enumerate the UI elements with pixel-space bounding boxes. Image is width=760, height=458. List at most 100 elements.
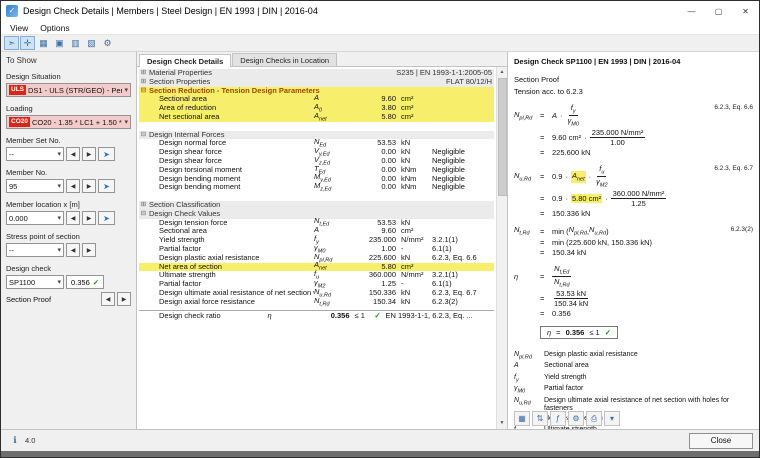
info-icon[interactable]: ℹ (7, 433, 23, 448)
formula-result: 150.34 kN (552, 247, 587, 257)
symbol-sub: u,Rd (594, 230, 607, 237)
scroll-up-icon[interactable]: ▲ (497, 67, 508, 78)
values-icon[interactable]: ▥ (68, 36, 83, 50)
member-location-pick-button[interactable]: ➤ (98, 211, 115, 225)
multiply-dot: · (588, 172, 592, 181)
multiply-dot: · (584, 133, 587, 142)
row-label: Sectional area (159, 95, 207, 104)
display-options-icon[interactable]: ▦ (514, 411, 530, 426)
fraction: Nt,Ed Nt,Rd (552, 264, 572, 289)
member-set-prev-button[interactable]: ◀ (66, 147, 80, 161)
row-comment: Negligible (432, 148, 465, 157)
formula-lhs: η (514, 272, 540, 281)
scroll-down-icon[interactable]: ▼ (497, 418, 508, 429)
code-reference: 6.2.3, Eq. 6.7 (714, 165, 753, 172)
close-button[interactable]: Close (689, 432, 753, 449)
tree-toggle-icon[interactable]: ⊟ (139, 131, 148, 140)
diagram-icon[interactable]: ▧ (84, 36, 99, 50)
member-location-select[interactable]: 0.000 ▾ (6, 211, 64, 225)
design-check-select[interactable]: SP1100 ▾ (6, 275, 64, 289)
tab-design-check-details[interactable]: Design Check Details (139, 54, 232, 67)
row-comment: Negligible (432, 183, 465, 192)
design-check-prev-button[interactable]: ◀ (101, 292, 115, 306)
loading-select[interactable]: CO20 CO20 - 1.35 * LC1 + 1.50 * LC... ▾ (6, 115, 131, 129)
member-set-select[interactable]: -- ▾ (6, 147, 64, 161)
row-label: Design bending moment (159, 174, 241, 183)
stress-point-prev-button[interactable]: ◀ (66, 243, 80, 257)
formula-value: 360.000 N/mm² (610, 189, 667, 199)
design-situation-value: DS1 - ULS (STR/GEO) - Perm... (28, 85, 123, 95)
row-comment: 6.2.3, Eq. 6.7 (432, 288, 477, 297)
settings-icon[interactable]: ⚙ (100, 36, 115, 50)
minimize-button[interactable]: — (678, 1, 705, 21)
table-icon[interactable]: ▦ (36, 36, 51, 50)
section-icon[interactable]: ▣ (52, 36, 67, 50)
member-no-next-button[interactable]: ▶ (82, 179, 96, 193)
formula-value: 0.9 (552, 194, 563, 203)
app-icon: ✓ (6, 5, 18, 17)
loading-value: CO20 - 1.35 * LC1 + 1.50 * LC... (31, 117, 123, 127)
stress-point-value: -- (9, 245, 14, 255)
member-no-pick-button[interactable]: ➤ (98, 179, 115, 193)
tree-toggle-icon[interactable]: ⊟ (139, 210, 148, 219)
row-unit: cm² (401, 111, 414, 121)
check-icon: ✓ (92, 277, 100, 287)
main-area: To Show Design Situation ULS DS1 - ULS (… (1, 52, 759, 429)
print-icon[interactable]: ⎙ (586, 411, 602, 426)
symbol-sub: M0 (571, 121, 579, 128)
vertical-scrollbar[interactable]: ▲ ▼ (496, 67, 507, 429)
row-comment: 6.2.3, Eq. 6.6 (432, 253, 477, 262)
formula-icon[interactable]: ƒ (550, 411, 566, 426)
units-icon[interactable]: ⚙ (568, 411, 584, 426)
row-symbol: Nt,Rd (314, 296, 352, 308)
tab-design-checks-in-location[interactable]: Design Checks in Location (232, 53, 338, 66)
member-set-pick-button[interactable]: ➤ (98, 147, 115, 161)
legend-description: Partial factor (544, 385, 584, 393)
row-label: Ultimate strength (159, 271, 216, 280)
equals-sign: = (540, 111, 545, 120)
menu-options[interactable]: Options (34, 22, 75, 34)
menu-view[interactable]: View (4, 22, 34, 34)
design-situation-select[interactable]: ULS DS1 - ULS (STR/GEO) - Perm... ▾ (6, 83, 131, 97)
panel-title: To Show (6, 56, 37, 65)
row-comment: S235 | EN 1993-1-1:2005-05 (396, 69, 492, 77)
formula-value: 53.53 kN (554, 289, 589, 299)
sort-icon[interactable]: ⇅ (532, 411, 548, 426)
row-label: Design ultimate axial resistance of net … (159, 288, 314, 297)
equals-sign: = (540, 208, 545, 218)
tree-toggle-icon[interactable]: ⊞ (139, 201, 148, 210)
member-location-next-button[interactable]: ▶ (82, 211, 96, 225)
close-window-button[interactable]: ✕ (732, 1, 759, 21)
stress-point-select[interactable]: -- ▾ (6, 243, 64, 257)
member-location-value: 0.000 (9, 213, 28, 223)
row-label: Area of reduction (159, 104, 217, 113)
pointer-icon[interactable]: ➣ (4, 36, 19, 50)
crosshair-icon[interactable]: ✛ (20, 36, 35, 50)
tree-toggle-icon[interactable]: ⊟ (139, 87, 148, 96)
equals-sign: = (540, 226, 545, 236)
print-menu-chevron-icon[interactable]: ▾ (604, 411, 620, 426)
tree-toggle-icon[interactable]: ⊞ (139, 78, 148, 87)
member-no-prev-button[interactable]: ◀ (66, 179, 80, 193)
fraction: fu γM2 (594, 164, 609, 189)
symbol-base: A (314, 225, 320, 235)
formula-value: 1.00 (610, 138, 625, 147)
design-check-code: SP1100 (9, 277, 36, 287)
member-location-prev-button[interactable]: ◀ (66, 211, 80, 225)
equals-sign: = (540, 133, 545, 142)
design-check-next-button[interactable]: ▶ (117, 292, 131, 306)
tree-toggle-icon[interactable]: ⊞ (139, 69, 148, 78)
member-set-next-button[interactable]: ▶ (82, 147, 96, 161)
scrollbar-thumb[interactable] (497, 78, 507, 196)
highlighted-value: 5.80 cm² (570, 194, 603, 203)
maximize-button[interactable]: ▢ (705, 1, 732, 21)
row-comment: Negligible (432, 156, 465, 165)
stress-point-next-button[interactable]: ▶ (82, 243, 96, 257)
bottombar: ℹ 4.0 Close (1, 429, 759, 451)
symbol-sub: t,Rd (319, 301, 330, 308)
equals-sign: = (540, 147, 545, 157)
formula-value: 150.34 kN (554, 299, 589, 308)
legend-item: A Sectional area (514, 362, 753, 372)
member-no-select[interactable]: 95 ▾ (6, 179, 64, 193)
table-row: Design bending moment Mz,Ed 0.00 kNm Neg… (139, 181, 494, 192)
